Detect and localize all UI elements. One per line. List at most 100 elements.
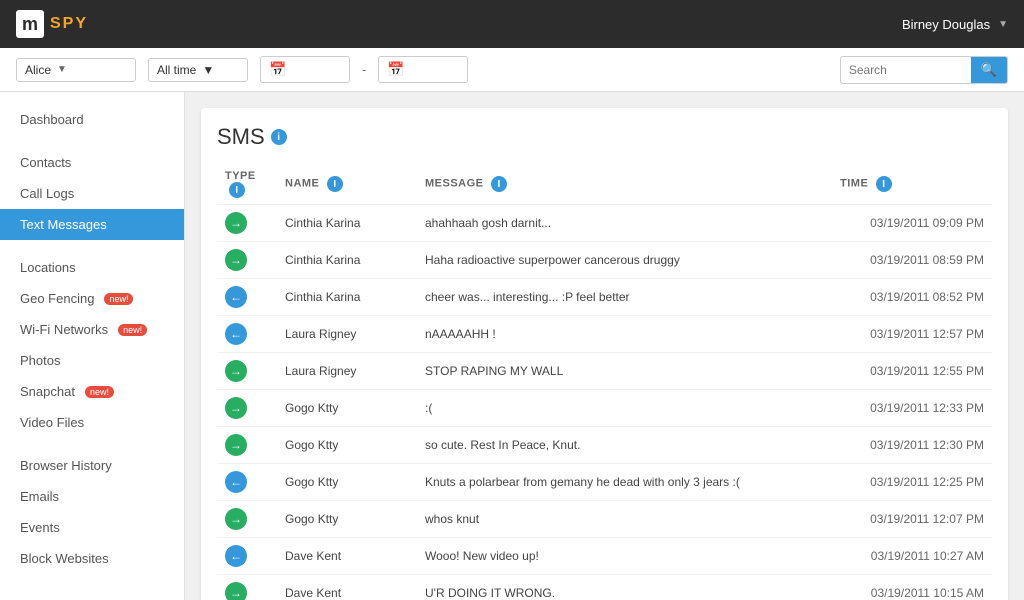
cell-type: →: [217, 501, 277, 538]
table-row[interactable]: ←Cinthia Karinacheer was... interesting.…: [217, 279, 992, 316]
sidebar-item-label: Call Logs: [20, 186, 74, 201]
date-from-input[interactable]: 📅: [260, 56, 350, 83]
cell-type: →: [217, 242, 277, 279]
sidebar-item-label: Dashboard: [20, 112, 84, 127]
time-col-info-icon[interactable]: i: [876, 176, 892, 192]
contact-filter-arrow-icon: ▼: [57, 64, 67, 75]
table-row[interactable]: →Cinthia KarinaHaha radioactive superpow…: [217, 242, 992, 279]
cell-name: Laura Rigney: [277, 353, 417, 390]
outgoing-icon: →: [225, 434, 247, 456]
time-filter[interactable]: All time ▼: [148, 58, 248, 82]
sidebar-item-snapchat[interactable]: Snapchat new!: [0, 376, 184, 407]
incoming-icon: ←: [225, 545, 247, 567]
cell-message: so cute. Rest In Peace, Knut.: [417, 427, 832, 464]
table-row[interactable]: ←Dave KentWooo! New video up!03/19/2011 …: [217, 538, 992, 575]
incoming-icon: ←: [225, 323, 247, 345]
table-row[interactable]: →Gogo Kttyso cute. Rest In Peace, Knut.0…: [217, 427, 992, 464]
sidebar-item-call-logs[interactable]: Call Logs: [0, 178, 184, 209]
cell-message: U'R DOING IT WRONG.: [417, 575, 832, 600]
time-filter-value: All time: [157, 63, 196, 77]
sidebar-item-dashboard[interactable]: Dashboard: [0, 104, 184, 135]
calendar-from-icon: 📅: [269, 61, 286, 78]
name-col-info-icon[interactable]: i: [327, 176, 343, 192]
cell-time: 03/19/2011 12:57 PM: [832, 316, 992, 353]
sidebar-item-contacts[interactable]: Contacts: [0, 147, 184, 178]
table-row[interactable]: →Dave KentU'R DOING IT WRONG.03/19/2011 …: [217, 575, 992, 600]
table-row[interactable]: ← Laura RigneynAAAAAHH !03/19/2011 12:57 …: [217, 316, 992, 353]
sidebar-item-photos[interactable]: Photos: [0, 345, 184, 376]
sidebar-item-emails[interactable]: Emails: [0, 481, 184, 512]
title-info-icon[interactable]: i: [271, 129, 287, 145]
page-title: SMS i: [217, 124, 992, 150]
outgoing-icon: →: [225, 508, 247, 530]
cell-name: Gogo Ktty: [277, 427, 417, 464]
table-row[interactable]: → Gogo Kttywhos knut03/19/2011 12:07 PM: [217, 501, 992, 538]
sidebar-item-label: Geo Fencing: [20, 291, 94, 306]
cell-time: 03/19/2011 12:33 PM: [832, 390, 992, 427]
filter-bar: Alice ▼ All time ▼ 📅 - 📅 🔍: [0, 48, 1024, 92]
cell-message: Knuts a polarbear from gemany he dead wi…: [417, 464, 832, 501]
cell-name: Gogo Ktty: [277, 501, 417, 538]
date-separator: -: [362, 62, 366, 77]
sidebar-item-label: Photos: [20, 353, 60, 368]
new-badge: new!: [104, 293, 133, 305]
sidebar-item-geo-fencing[interactable]: Geo Fencing new!: [0, 283, 184, 314]
cell-name: Laura Rigney: [277, 316, 417, 353]
sidebar-item-wifi-networks[interactable]: Wi-Fi Networks new!: [0, 314, 184, 345]
incoming-icon: ←: [225, 286, 247, 308]
incoming-icon: ←: [225, 471, 247, 493]
col-header-message: MESSAGE i: [417, 164, 832, 205]
cell-message: nAAAAAHH !: [417, 316, 832, 353]
sidebar-item-browser-history[interactable]: Browser History: [0, 450, 184, 481]
msg-col-info-icon[interactable]: i: [491, 176, 507, 192]
cell-time: 03/19/2011 10:15 AM: [832, 575, 992, 600]
cell-type: ←: [217, 279, 277, 316]
cell-message: cheer was... interesting... :P feel bett…: [417, 279, 832, 316]
cell-time: 03/19/2011 08:52 PM: [832, 279, 992, 316]
sidebar-item-text-messages[interactable]: Text Messages: [0, 209, 184, 240]
table-row[interactable]: →Laura RigneySTOP RAPING MY WALL03/19/20…: [217, 353, 992, 390]
main-layout: Dashboard Contacts Call Logs Text Messag…: [0, 92, 1024, 600]
search-input[interactable]: [841, 59, 971, 81]
sidebar-item-label: Wi-Fi Networks: [20, 322, 108, 337]
sidebar-item-block-websites[interactable]: Block Websites: [0, 543, 184, 574]
cell-type: ←: [217, 538, 277, 575]
cell-message: Wooo! New video up!: [417, 538, 832, 575]
cell-message: whos knut: [417, 501, 832, 538]
table-row[interactable]: →Gogo Ktty:(03/19/2011 12:33 PM: [217, 390, 992, 427]
user-menu[interactable]: Birney Douglas ▼: [902, 17, 1008, 32]
cell-time: 03/19/2011 12:25 PM: [832, 464, 992, 501]
contact-filter-value: Alice: [25, 63, 51, 77]
cell-name: Cinthia Karina: [277, 242, 417, 279]
cell-time: 03/19/2011 12:07 PM: [832, 501, 992, 538]
sidebar-item-video-files[interactable]: Video Files: [0, 407, 184, 438]
type-col-info-icon[interactable]: i: [229, 182, 245, 198]
contact-filter[interactable]: Alice ▼: [16, 58, 136, 82]
cell-name: Gogo Ktty: [277, 390, 417, 427]
cell-type: →: [217, 390, 277, 427]
sidebar-item-label: Events: [20, 520, 60, 535]
logo-area: m SPY: [16, 10, 88, 38]
table-row[interactable]: ←Gogo KttyKnuts a polarbear from gemany …: [217, 464, 992, 501]
cell-message: ahahhaah gosh darnit...: [417, 205, 832, 242]
sidebar-item-locations[interactable]: Locations: [0, 252, 184, 283]
sidebar-item-label: Browser History: [20, 458, 112, 473]
new-badge: new!: [118, 324, 147, 336]
time-filter-arrow-icon: ▼: [202, 63, 214, 77]
calendar-to-icon: 📅: [387, 61, 404, 78]
sidebar-item-label: Locations: [20, 260, 76, 275]
date-to-input[interactable]: 📅: [378, 56, 468, 83]
search-button[interactable]: 🔍: [971, 57, 1007, 83]
cell-type: →: [217, 205, 277, 242]
user-name: Birney Douglas: [902, 17, 990, 32]
content-area: SMS i TYPE i NAME i ME: [185, 92, 1024, 600]
table-row[interactable]: →Cinthia Karinaahahhaah gosh darnit...03…: [217, 205, 992, 242]
search-area: 🔍: [840, 56, 1008, 84]
user-dropdown-arrow-icon: ▼: [998, 19, 1008, 30]
cell-time: 03/19/2011 09:09 PM: [832, 205, 992, 242]
sidebar-item-label: Video Files: [20, 415, 84, 430]
sidebar-item-label: Text Messages: [20, 217, 107, 232]
sidebar-item-events[interactable]: Events: [0, 512, 184, 543]
sidebar-item-label: Contacts: [20, 155, 71, 170]
sidebar-item-label: Snapchat: [20, 384, 75, 399]
